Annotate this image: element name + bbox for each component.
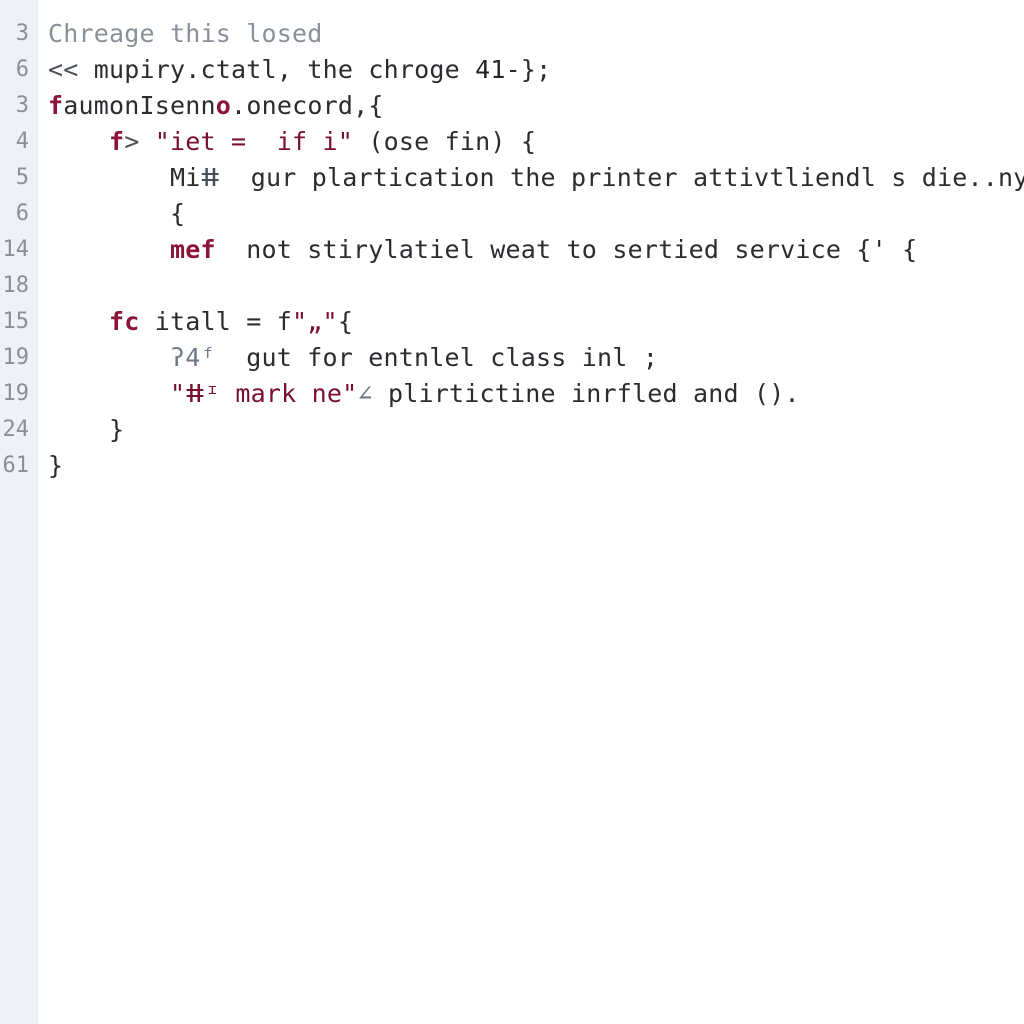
line-number: 19 — [0, 340, 37, 376]
code-line[interactable] — [48, 268, 1024, 304]
code-token: gur plartication the printer attivtliend… — [251, 163, 1024, 192]
code-token — [48, 235, 170, 264]
line-number: 24 — [0, 412, 37, 448]
code-token: ∠ — [357, 379, 388, 408]
code-token — [48, 199, 170, 228]
code-line[interactable]: ʔ4ᶠ gut for entnlel class inl ; — [48, 340, 1024, 376]
line-number: 15 — [0, 304, 37, 340]
code-token: { — [338, 307, 353, 336]
line-number: 4 — [0, 124, 37, 160]
code-token: gut for entnlel class inl ; — [246, 343, 658, 372]
code-token — [48, 415, 109, 444]
line-number: 61 — [0, 448, 37, 484]
code-line[interactable]: } — [48, 412, 1024, 448]
code-token — [48, 307, 109, 336]
code-token: . — [231, 91, 246, 120]
code-token: { — [368, 91, 383, 120]
code-line[interactable]: << mupiry.ctatl, the chroge 41-}; — [48, 52, 1024, 88]
code-token: f — [48, 91, 63, 120]
line-number: 6 — [0, 196, 37, 232]
code-token: {' { — [856, 235, 917, 264]
code-token: } — [109, 415, 124, 444]
code-token: Mi — [48, 163, 201, 192]
code-token: , — [277, 55, 308, 84]
code-token: aumonIsenn — [63, 91, 216, 120]
line-number: 19 — [0, 376, 37, 412]
line-number: 14 — [0, 232, 37, 268]
code-token: . — [185, 55, 200, 84]
line-number: 5 — [0, 160, 37, 196]
code-token: not stirylatiel weat to sertied service — [216, 235, 857, 264]
code-token: { — [170, 199, 185, 228]
code-token: f — [109, 127, 124, 156]
code-token — [48, 127, 109, 156]
code-line[interactable]: faumonIsenno.onecord,{ — [48, 88, 1024, 124]
code-line[interactable]: mef not stirylatiel weat to sertied serv… — [48, 232, 1024, 268]
code-token: "ⵌᶦ mark ne" — [170, 379, 357, 408]
code-token: the chroge — [307, 55, 475, 84]
code-token: fc — [109, 307, 140, 336]
line-number-gutter: 36345614181519192461 — [0, 0, 38, 1024]
code-line[interactable]: fc itall = f"„"{ — [48, 304, 1024, 340]
code-token: } — [48, 451, 63, 480]
line-number: 18 — [0, 268, 37, 304]
code-token: > — [124, 127, 155, 156]
code-token: mef — [170, 235, 216, 264]
code-token: ⵌ — [201, 163, 251, 192]
code-line[interactable]: Chreage this losed — [48, 16, 1024, 52]
code-token: << — [48, 55, 94, 84]
code-token: onecord — [246, 91, 353, 120]
code-token — [48, 343, 170, 372]
code-token: ʔ4ᶠ — [170, 343, 246, 372]
code-token: "iet = if i" — [155, 127, 353, 156]
code-token: mupiry — [94, 55, 186, 84]
code-token — [48, 379, 170, 408]
code-line[interactable]: Miⵌ gur plartication the printer attivtl… — [48, 160, 1024, 196]
code-token: Chreage this losed — [48, 19, 323, 48]
code-line[interactable]: "ⵌᶦ mark ne"∠ plirtictine inrfled and ()… — [48, 376, 1024, 412]
line-number: 6 — [0, 52, 37, 88]
code-token: itall = f — [140, 307, 293, 336]
code-token: plirtictine inrfled and (). — [388, 379, 800, 408]
code-line[interactable]: f> "iet = if i" (ose fin) { — [48, 124, 1024, 160]
code-area[interactable]: Chreage this losed<< mupiry.ctatl, the c… — [38, 0, 1024, 1024]
code-token: o — [216, 91, 231, 120]
code-token: 41 — [475, 55, 506, 84]
code-token: "„" — [292, 307, 338, 336]
code-editor[interactable]: 36345614181519192461 Chreage this losed<… — [0, 0, 1024, 1024]
code-token: , — [353, 91, 368, 120]
code-token: (ose fin) — [353, 127, 521, 156]
code-line[interactable]: } — [48, 448, 1024, 484]
code-token: ctatl — [201, 55, 277, 84]
code-token: -}; — [506, 55, 552, 84]
line-number: 3 — [0, 88, 37, 124]
line-number: 3 — [0, 16, 37, 52]
code-token: { — [521, 127, 536, 156]
code-line[interactable]: { — [48, 196, 1024, 232]
code-token — [48, 271, 63, 300]
